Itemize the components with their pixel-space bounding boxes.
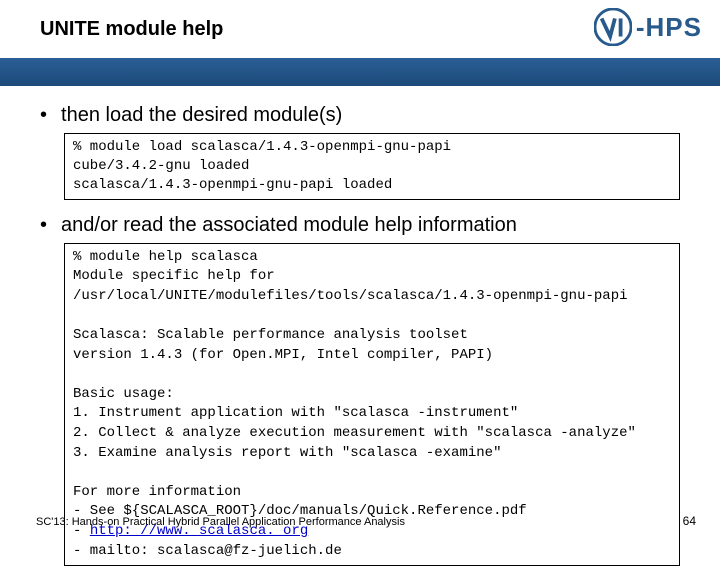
code-text: - mailto: scalasca@fz-juelich.de — [73, 543, 342, 559]
slide-content: • then load the desired module(s) % modu… — [0, 86, 720, 566]
header-banner — [0, 58, 720, 86]
logo-text: -HPS — [636, 12, 702, 43]
slide-header: UNITE module help -HPS — [0, 0, 720, 58]
footer-text: SC'13: Hands-on Practical Hybrid Paralle… — [36, 516, 405, 528]
bullet-text: then load the desired module(s) — [61, 104, 342, 127]
code-text: Scalasca: Scalable performance analysis … — [73, 327, 493, 363]
code-text: % module help scalasca Module specific h… — [73, 249, 628, 304]
code-text: Basic usage: 1. Instrument application w… — [73, 386, 636, 461]
bullet-icon: • — [40, 215, 47, 235]
vi-logo-icon — [594, 8, 632, 46]
code-block-load: % module load scalasca/1.4.3-openmpi-gnu… — [64, 133, 680, 200]
code-text: % module load scalasca/1.4.3-openmpi-gnu… — [73, 139, 451, 193]
page-number: 64 — [683, 514, 696, 528]
bullet-item: • then load the desired module(s) — [40, 104, 680, 127]
slide-title: UNITE module help — [40, 18, 223, 41]
bullet-text: and/or read the associated module help i… — [61, 214, 517, 237]
bullet-icon: • — [40, 105, 47, 125]
logo: -HPS — [594, 8, 702, 46]
bullet-item: • and/or read the associated module help… — [40, 214, 680, 237]
